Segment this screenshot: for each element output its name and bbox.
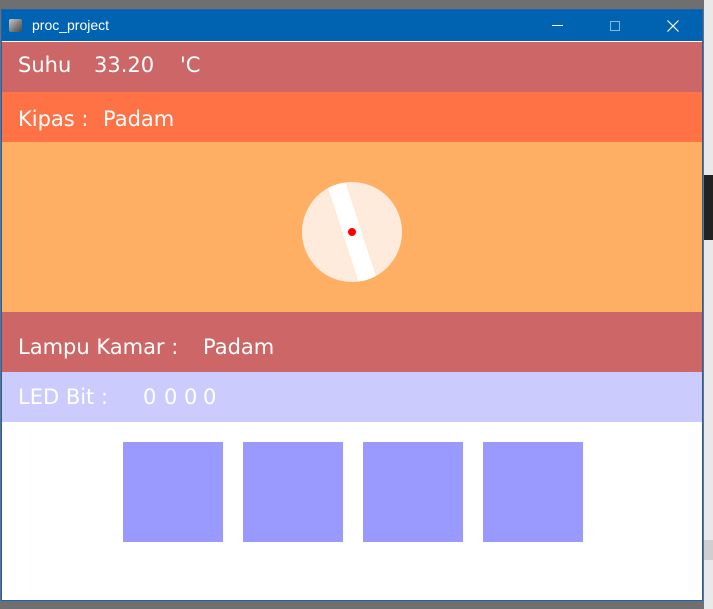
led-bit-1: 0 [164, 385, 178, 409]
temperature-label: Suhu [18, 53, 72, 77]
led-indicator-3 [483, 442, 583, 542]
background-window-fragment [704, 175, 713, 240]
led-indicator-1 [243, 442, 343, 542]
led-bit-bar: LED Bit : 0 0 0 0 [2, 372, 702, 422]
lamp-label: Lampu Kamar : [18, 335, 179, 359]
minimize-icon [551, 25, 563, 26]
led-bit-3: 0 [203, 385, 217, 409]
temperature-bar: Suhu 33.20 'C [2, 42, 702, 92]
led-bit-2: 0 [184, 385, 198, 409]
fan-status-bar: Kipas : Padam [2, 92, 702, 142]
lamp-state: Padam [203, 335, 275, 359]
app-icon [9, 19, 22, 32]
led-indicator-0 [123, 442, 223, 542]
close-icon [667, 19, 679, 32]
close-button[interactable] [650, 10, 696, 41]
temperature-value: 33.20 [94, 53, 155, 77]
desktop-background [704, 0, 713, 609]
background-window-fragment [704, 540, 713, 560]
lamp-status-bar: Lampu Kamar : Padam [2, 312, 702, 372]
led-indicator-2 [363, 442, 463, 542]
window-title: proc_project [32, 17, 110, 33]
fan-label: Kipas : [18, 107, 89, 131]
led-bit-label: LED Bit : [18, 385, 109, 409]
fan-graphic [302, 182, 402, 282]
led-indicator-area [2, 422, 702, 600]
fan-center-dot [348, 228, 356, 236]
title-bar[interactable]: proc_project [2, 10, 702, 41]
fan-visual-area [2, 142, 702, 312]
led-bit-0: 0 [143, 385, 157, 409]
minimize-button[interactable] [534, 10, 580, 41]
app-window: proc_project Suhu 33.20 'C Kipas : Padam [1, 9, 703, 601]
fan-state: Padam [103, 107, 175, 131]
maximize-icon [610, 20, 620, 31]
temperature-unit: 'C [180, 53, 201, 77]
maximize-button[interactable] [592, 10, 638, 41]
